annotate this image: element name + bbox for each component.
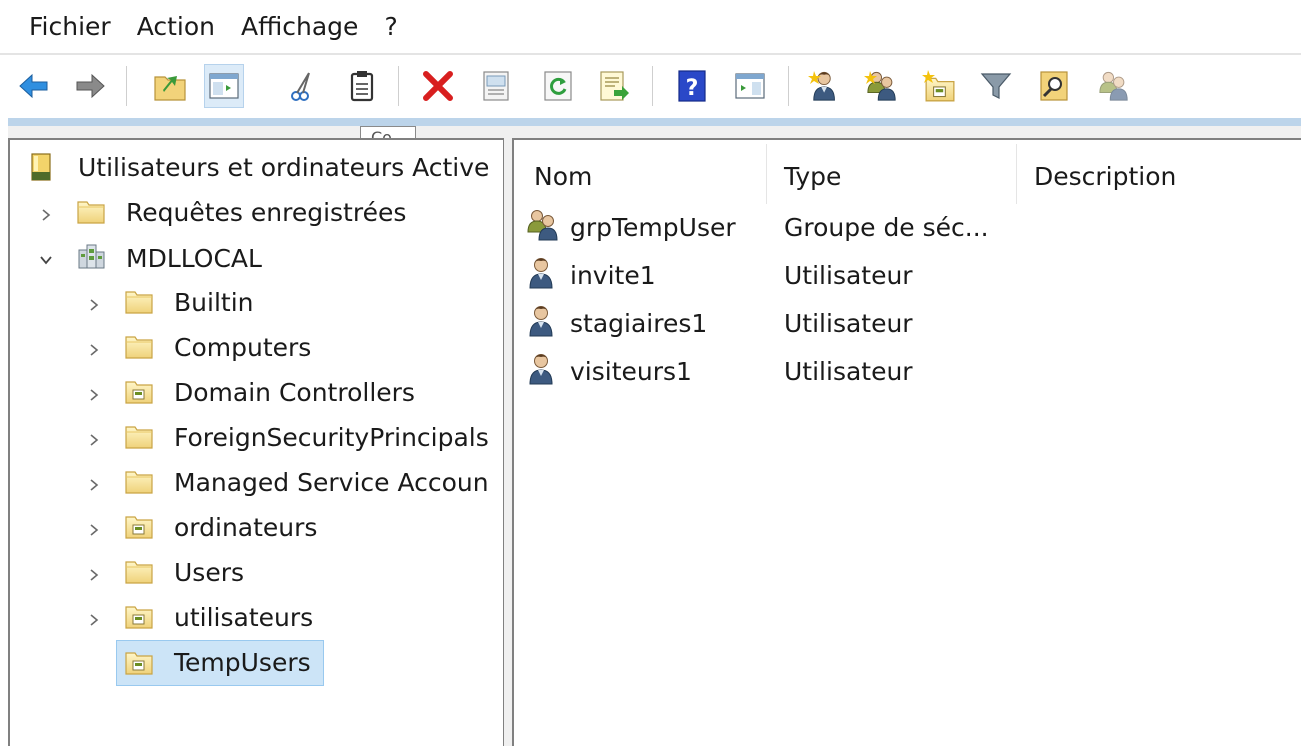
folder-icon [122, 329, 156, 363]
column-header-nom[interactable]: Nom [534, 154, 764, 200]
chevron-right-icon[interactable] [84, 430, 104, 450]
export-list-icon[interactable] [594, 64, 634, 108]
paste-icon[interactable] [342, 64, 382, 108]
tree-item-users[interactable]: Users [174, 555, 244, 591]
column-divider[interactable] [1016, 144, 1017, 204]
new-group-icon[interactable] [862, 64, 902, 108]
new-user-icon[interactable] [806, 64, 846, 108]
column-header-type[interactable]: Type [784, 154, 1014, 200]
folder-icon [74, 194, 108, 228]
tree-item-builtin[interactable]: Builtin [174, 285, 253, 321]
pane-splitter[interactable] [504, 138, 512, 746]
menu-fichier[interactable]: Fichier [16, 0, 124, 54]
tree-item-foreign-security-principals[interactable]: ForeignSecurityPrincipals [174, 420, 489, 456]
column-divider[interactable] [766, 144, 767, 204]
ou-folder-icon [122, 599, 156, 633]
domain-icon [74, 240, 108, 274]
menu-bar: Fichier Action Affichage ? [0, 0, 1301, 54]
action-pane-icon[interactable] [730, 64, 770, 108]
chevron-down-icon[interactable] [36, 250, 56, 270]
menu-help[interactable]: ? [371, 0, 410, 54]
menu-action[interactable]: Action [124, 0, 228, 54]
tree-item-domain-controllers[interactable]: Domain Controllers [174, 375, 415, 411]
details-list-pane[interactable]: Nom Type Description grpTempUser Groupe … [512, 138, 1301, 746]
ou-folder-icon [122, 645, 156, 679]
list-item-type: Utilisateur [784, 357, 913, 386]
chevron-right-icon[interactable] [84, 340, 104, 360]
delete-icon[interactable] [418, 64, 458, 108]
user-icon [526, 352, 560, 386]
forward-arrow-icon[interactable] [70, 64, 110, 108]
list-item-type: Utilisateur [784, 261, 913, 290]
folder-icon [122, 284, 156, 318]
chevron-right-icon[interactable] [36, 205, 56, 225]
folder-icon [122, 419, 156, 453]
list-item-name[interactable]: visiteurs1 [570, 354, 692, 390]
svg-text:?: ? [686, 76, 699, 101]
chevron-right-icon[interactable] [84, 520, 104, 540]
toolbar-separator [652, 66, 653, 106]
ou-folder-icon [122, 374, 156, 408]
tree-item-utilisateurs[interactable]: utilisateurs [174, 600, 313, 636]
list-item-name[interactable]: grpTempUser [570, 210, 736, 246]
filter-icon[interactable] [976, 64, 1016, 108]
toolbar-separator [398, 66, 399, 106]
chevron-right-icon[interactable] [84, 475, 104, 495]
folder-icon [122, 464, 156, 498]
up-folder-icon[interactable] [150, 64, 190, 108]
refresh-icon[interactable] [538, 64, 578, 108]
book-icon [24, 150, 58, 184]
list-item-name[interactable]: invite1 [570, 258, 656, 294]
list-item-type: Utilisateur [784, 309, 913, 338]
list-item-name[interactable]: stagiaires1 [570, 306, 707, 342]
toolbar-separator [788, 66, 789, 106]
tree-item-managed-service-accounts[interactable]: Managed Service Accoun [174, 465, 489, 501]
column-header-description[interactable]: Description [1034, 154, 1294, 200]
tree-item-computers[interactable]: Computers [174, 330, 311, 366]
back-arrow-icon[interactable] [14, 64, 54, 108]
properties-icon[interactable] [476, 64, 516, 108]
chevron-right-icon[interactable] [84, 610, 104, 630]
console-tree-pane[interactable]: Utilisateurs et ordinateurs Active Requê… [8, 138, 504, 746]
menu-separator [0, 53, 1301, 55]
toolbar: ? [0, 56, 1301, 120]
cut-icon[interactable] [284, 64, 324, 108]
tree-root-label[interactable]: Utilisateurs et ordinateurs Active [78, 150, 489, 186]
ou-folder-icon [122, 509, 156, 543]
toolbar-band [8, 118, 1301, 126]
add-to-group-icon[interactable] [1094, 64, 1134, 108]
find-icon[interactable] [1034, 64, 1074, 108]
chevron-right-icon[interactable] [84, 295, 104, 315]
folder-icon [122, 554, 156, 588]
menu-affichage[interactable]: Affichage [228, 0, 371, 54]
help-icon[interactable]: ? [672, 64, 712, 108]
chevron-right-icon[interactable] [84, 385, 104, 405]
toolbar-separator [126, 66, 127, 106]
tree-item-ordinateurs[interactable]: ordinateurs [174, 510, 317, 546]
tree-item-saved-queries[interactable]: Requêtes enregistrées [126, 195, 406, 231]
tree-item-tempusers[interactable]: TempUsers [174, 645, 311, 681]
chevron-right-icon[interactable] [84, 565, 104, 585]
list-item-type: Groupe de séc... [784, 213, 989, 242]
new-ou-icon[interactable] [920, 64, 960, 108]
group-icon [526, 208, 560, 242]
user-icon [526, 256, 560, 290]
show-console-tree-icon[interactable] [204, 64, 244, 108]
pane-header-band [8, 126, 1301, 138]
user-icon [526, 304, 560, 338]
tree-item-domain[interactable]: MDLLOCAL [126, 241, 262, 277]
